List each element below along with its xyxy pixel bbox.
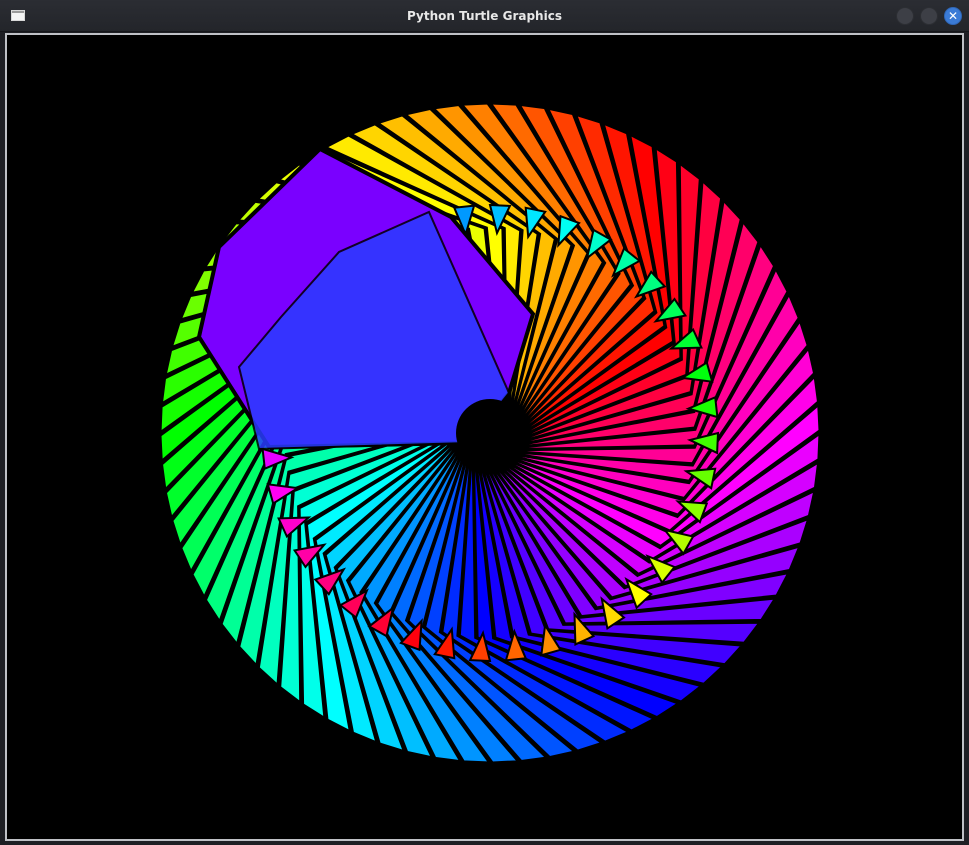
center-hub — [456, 399, 524, 467]
window-title: Python Turtle Graphics — [407, 9, 562, 23]
close-button[interactable]: ✕ — [944, 7, 962, 25]
minimize-button[interactable] — [896, 7, 914, 25]
maximize-button[interactable] — [920, 7, 938, 25]
title-bar[interactable]: Python Turtle Graphics ✕ — [0, 0, 969, 32]
turtle-window-frame — [5, 33, 964, 841]
turtle-canvas[interactable] — [9, 37, 960, 837]
turtle-drawing — [158, 101, 822, 765]
